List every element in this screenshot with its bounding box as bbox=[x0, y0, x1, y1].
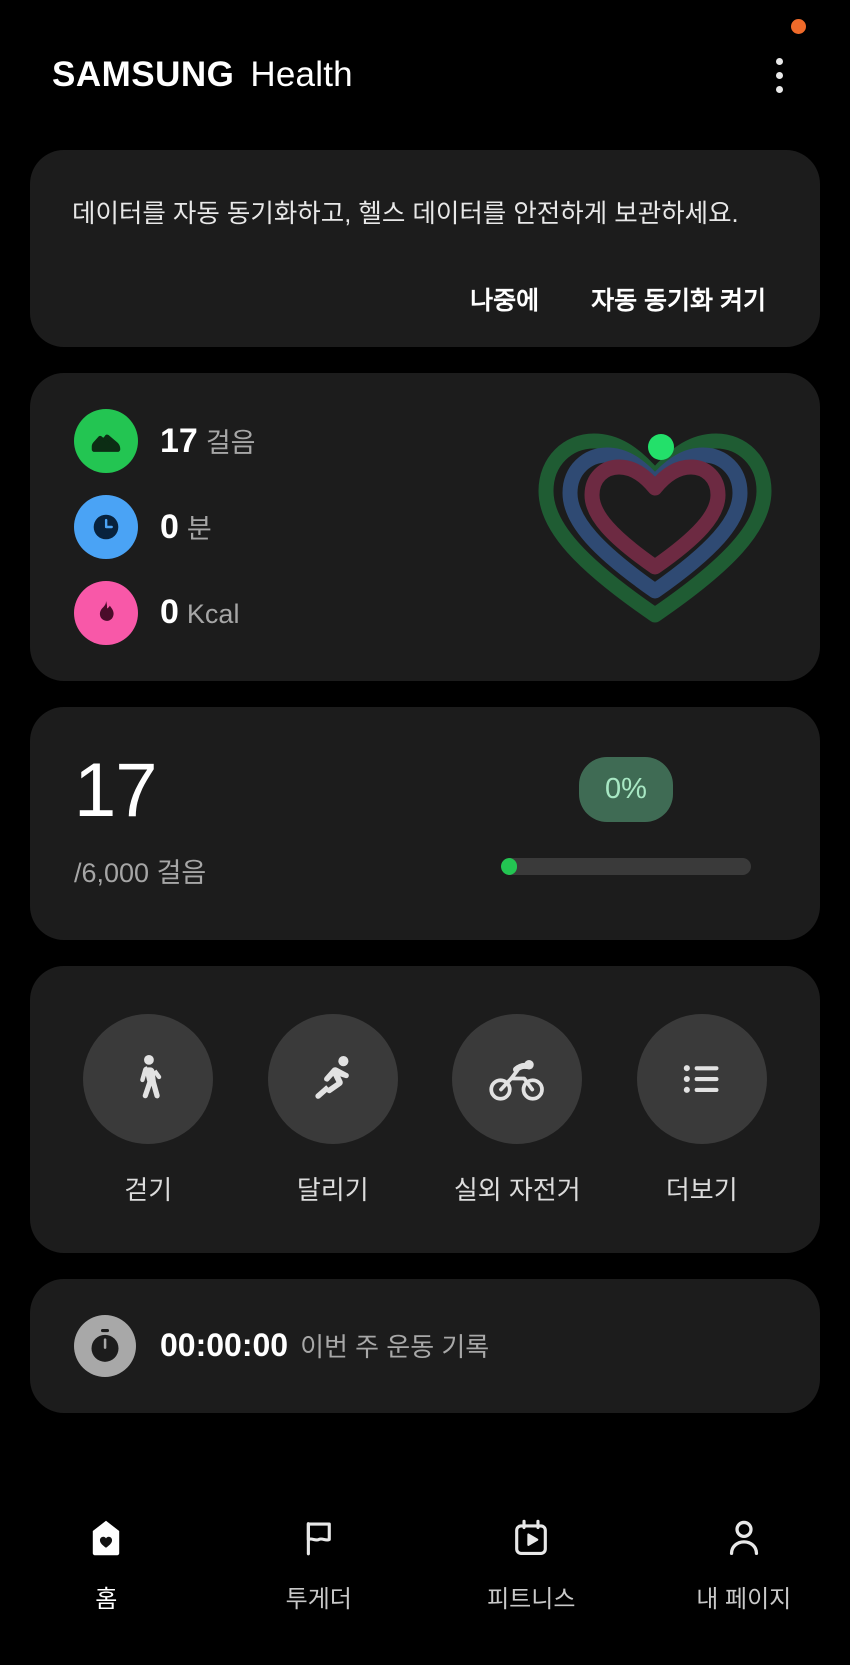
timer-value: 00:00:00 bbox=[160, 1327, 289, 1364]
nav-label-together: 투게더 bbox=[285, 1586, 352, 1613]
sync-enable-button[interactable]: 자동 동기화 켜기 bbox=[591, 281, 766, 317]
more-vertical-icon[interactable] bbox=[756, 19, 806, 103]
shortcut-running-label: 달리기 bbox=[296, 1174, 369, 1205]
nav-label-my-page: 내 페이지 bbox=[696, 1586, 792, 1613]
brand-samsung-label: SAMSUNG bbox=[52, 55, 235, 94]
home-heart-icon bbox=[84, 1513, 128, 1563]
metric-kcal-unit: Kcal bbox=[186, 599, 240, 630]
person-icon bbox=[722, 1513, 766, 1563]
activity-heart-rings[interactable] bbox=[530, 419, 780, 634]
shortcut-walking-label: 걷기 bbox=[124, 1174, 173, 1205]
list-icon bbox=[636, 1013, 767, 1144]
metric-row-steps: 17 걸음 bbox=[74, 408, 530, 473]
weekly-workout-record-card[interactable]: 00:00:00 이번 주 운동 기록 bbox=[30, 1278, 820, 1413]
steps-progress-fill bbox=[501, 857, 517, 875]
sync-later-button[interactable]: 나중에 bbox=[470, 281, 539, 317]
timer-text-group: 00:00:00 이번 주 운동 기록 bbox=[160, 1327, 489, 1364]
nav-item-my-page[interactable]: 내 페이지 bbox=[638, 1513, 850, 1614]
samsung-health-home-screen: SAMSUNG Health 데이터를 자동 동기화하고, 헬스 데이터를 안전… bbox=[0, 0, 850, 1665]
menu-dot-1 bbox=[775, 57, 783, 65]
shortcut-more[interactable]: 더보기 bbox=[622, 1013, 782, 1207]
app-header: SAMSUNG Health bbox=[0, 0, 850, 150]
metric-row-kcal: 0 Kcal bbox=[74, 580, 530, 645]
flag-icon bbox=[297, 1513, 341, 1563]
activity-summary-card[interactable]: 17 걸음 0분 0 Kcal bbox=[30, 372, 820, 681]
nav-item-together[interactable]: 투게더 bbox=[213, 1513, 426, 1614]
steps-goal-text-group: 17 /6,000 걸음 bbox=[74, 747, 476, 890]
metric-time-text: 0분 bbox=[160, 507, 212, 547]
exercise-shortcuts-card: 걷기 달리기 실외 자전거 더보기 bbox=[30, 965, 820, 1253]
metric-row-time: 0분 bbox=[74, 494, 530, 559]
sync-banner-message: 데이터를 자동 동기화하고, 헬스 데이터를 안전하게 보관하세요. bbox=[72, 200, 739, 228]
cycling-icon bbox=[452, 1013, 583, 1144]
shortcut-running[interactable]: 달리기 bbox=[253, 1013, 413, 1207]
menu-dot-3 bbox=[775, 85, 783, 93]
nav-label-home: 홈 bbox=[95, 1586, 118, 1613]
sync-banner-actions: 나중에 자동 동기화 켜기 bbox=[72, 281, 778, 317]
activity-metrics-list: 17 걸음 0분 0 Kcal bbox=[74, 408, 530, 645]
steps-count-value: 17 bbox=[74, 747, 158, 833]
sync-banner-card: 데이터를 자동 동기화하고, 헬스 데이터를 안전하게 보관하세요. 나중에 자… bbox=[30, 150, 820, 347]
metric-kcal-value: 0 bbox=[160, 593, 179, 632]
metric-time-value: 0 bbox=[160, 507, 179, 546]
rings-progress-marker bbox=[648, 434, 674, 461]
steps-goal-card[interactable]: 17 /6,000 걸음 0% bbox=[30, 706, 820, 940]
app-title: SAMSUNG Health bbox=[52, 55, 353, 95]
menu-dot-2 bbox=[775, 71, 783, 79]
metric-kcal-text: 0 Kcal bbox=[160, 593, 239, 632]
shortcut-walking[interactable]: 걷기 bbox=[68, 1013, 228, 1207]
running-icon bbox=[267, 1013, 398, 1144]
metric-steps-text: 17 걸음 bbox=[160, 421, 256, 461]
nav-item-home[interactable]: 홈 bbox=[0, 1513, 213, 1614]
steps-progress-group: 0% bbox=[476, 753, 776, 875]
shortcut-cycling[interactable]: 실외 자전거 bbox=[437, 1013, 597, 1207]
metric-steps-value: 17 bbox=[160, 421, 198, 460]
metric-time-unit: 분 bbox=[186, 513, 212, 544]
brand-health-label: Health bbox=[250, 55, 353, 94]
stopwatch-icon bbox=[74, 1314, 136, 1377]
walking-icon bbox=[83, 1013, 214, 1144]
steps-goal-label: /6,000 걸음 bbox=[74, 857, 207, 888]
fitness-calendar-icon bbox=[509, 1513, 553, 1563]
bottom-navigation-bar: 홈 투게더 피트니스 내 페이지 bbox=[0, 1487, 850, 1665]
shortcut-more-label: 더보기 bbox=[665, 1174, 738, 1205]
nav-label-fitness: 피트니스 bbox=[487, 1586, 576, 1613]
shortcut-cycling-label: 실외 자전거 bbox=[453, 1174, 581, 1205]
steps-progress-bar bbox=[501, 857, 751, 875]
nav-item-fitness[interactable]: 피트니스 bbox=[425, 1513, 638, 1614]
clock-icon bbox=[74, 494, 138, 559]
flame-icon bbox=[74, 580, 138, 645]
timer-label: 이번 주 운동 기록 bbox=[300, 1332, 490, 1363]
steps-percent-badge: 0% bbox=[579, 756, 673, 822]
notification-badge-dot bbox=[791, 19, 806, 34]
shoe-icon bbox=[74, 408, 138, 473]
metric-steps-unit: 걸음 bbox=[205, 427, 256, 458]
